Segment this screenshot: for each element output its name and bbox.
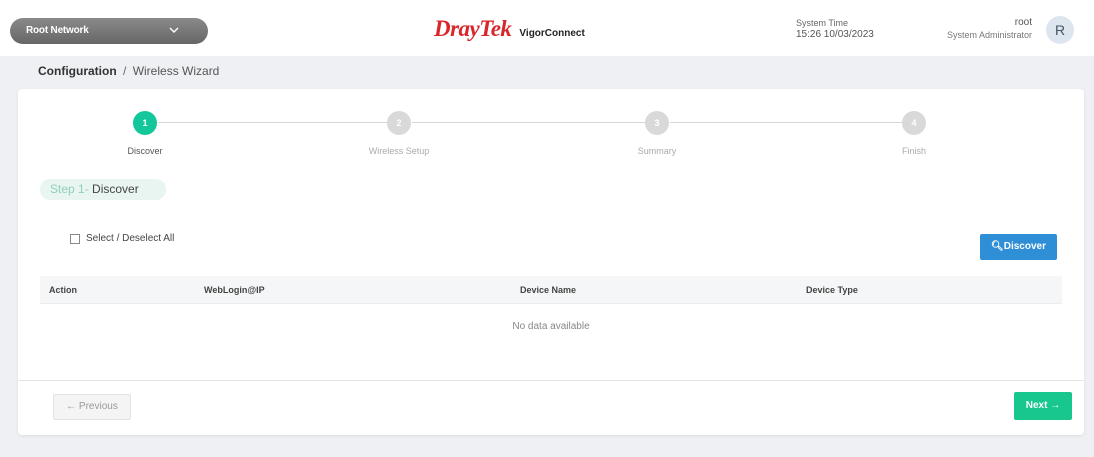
system-time-label: System Time — [796, 18, 849, 28]
breadcrumb: Configuration / Wireless Wizard — [38, 64, 219, 78]
user-info[interactable]: root System Administrator — [947, 17, 1032, 41]
user-name: root — [1014, 17, 1032, 28]
device-table-header: Action WebLogin@IP Device Name Device Ty… — [40, 276, 1062, 304]
user-role: System Administrator — [946, 30, 1032, 40]
avatar[interactable]: R — [1046, 16, 1074, 44]
step-3-label: Summary — [637, 146, 677, 156]
network-select-label: Root Network — [26, 25, 89, 36]
step-connector — [158, 122, 398, 123]
column-header-device-type[interactable]: Device Type — [806, 285, 858, 295]
discover-button[interactable]: 🔍︎Discover — [980, 234, 1057, 260]
select-all-toggle[interactable]: Select / Deselect All — [70, 233, 174, 244]
breadcrumb-root[interactable]: Configuration — [38, 64, 117, 78]
column-header-action[interactable]: Action — [49, 285, 77, 295]
select-all-label: Select / Deselect All — [86, 233, 175, 244]
step-1-label: Discover — [127, 146, 163, 156]
step-title-separator: - — [84, 182, 89, 196]
table-empty-message: No data available — [512, 321, 590, 332]
step-title-text: Discover — [92, 182, 139, 196]
column-header-device-name[interactable]: Device Name — [520, 285, 576, 295]
system-time-value: 15:26 10/03/2023 — [796, 29, 874, 40]
divider — [18, 380, 1084, 381]
top-bar: Root Network DrayTek VigorConnect System… — [0, 0, 1094, 56]
network-select[interactable]: Root Network — [10, 18, 208, 44]
step-1-circle: 1 — [133, 111, 157, 135]
step-2-circle: 2 — [387, 111, 411, 135]
step-title-number: Step 1 — [50, 182, 85, 196]
step-connector — [412, 122, 656, 123]
brand-logo: DrayTek VigorConnect — [434, 16, 585, 42]
step-4-circle: 4 — [902, 111, 926, 135]
discover-button-label: Discover — [1003, 241, 1046, 252]
system-time: System Time 15:26 10/03/2023 — [796, 17, 874, 41]
draytek-logo: DrayTek — [434, 16, 512, 41]
step-4-label: Finish — [901, 146, 927, 156]
next-button[interactable]: Next → — [1014, 392, 1072, 420]
product-name: VigorConnect — [519, 28, 585, 39]
step-title: Step 1- Discover — [40, 179, 166, 200]
column-header-weblogin-ip[interactable]: WebLogin@IP — [204, 285, 265, 295]
wizard-card: 1 2 3 4 Discover Wireless Setup Summary … — [18, 89, 1084, 435]
step-3-circle: 3 — [645, 111, 669, 135]
breadcrumb-separator: / — [123, 64, 127, 78]
search-icon: 🔍︎ — [991, 241, 1004, 252]
chevron-down-icon — [169, 27, 179, 33]
step-connector — [670, 122, 914, 123]
previous-button[interactable]: ← Previous — [53, 394, 131, 420]
breadcrumb-current: Wireless Wizard — [132, 64, 220, 78]
select-all-checkbox[interactable] — [70, 233, 80, 244]
step-2-label: Wireless Setup — [368, 146, 430, 156]
